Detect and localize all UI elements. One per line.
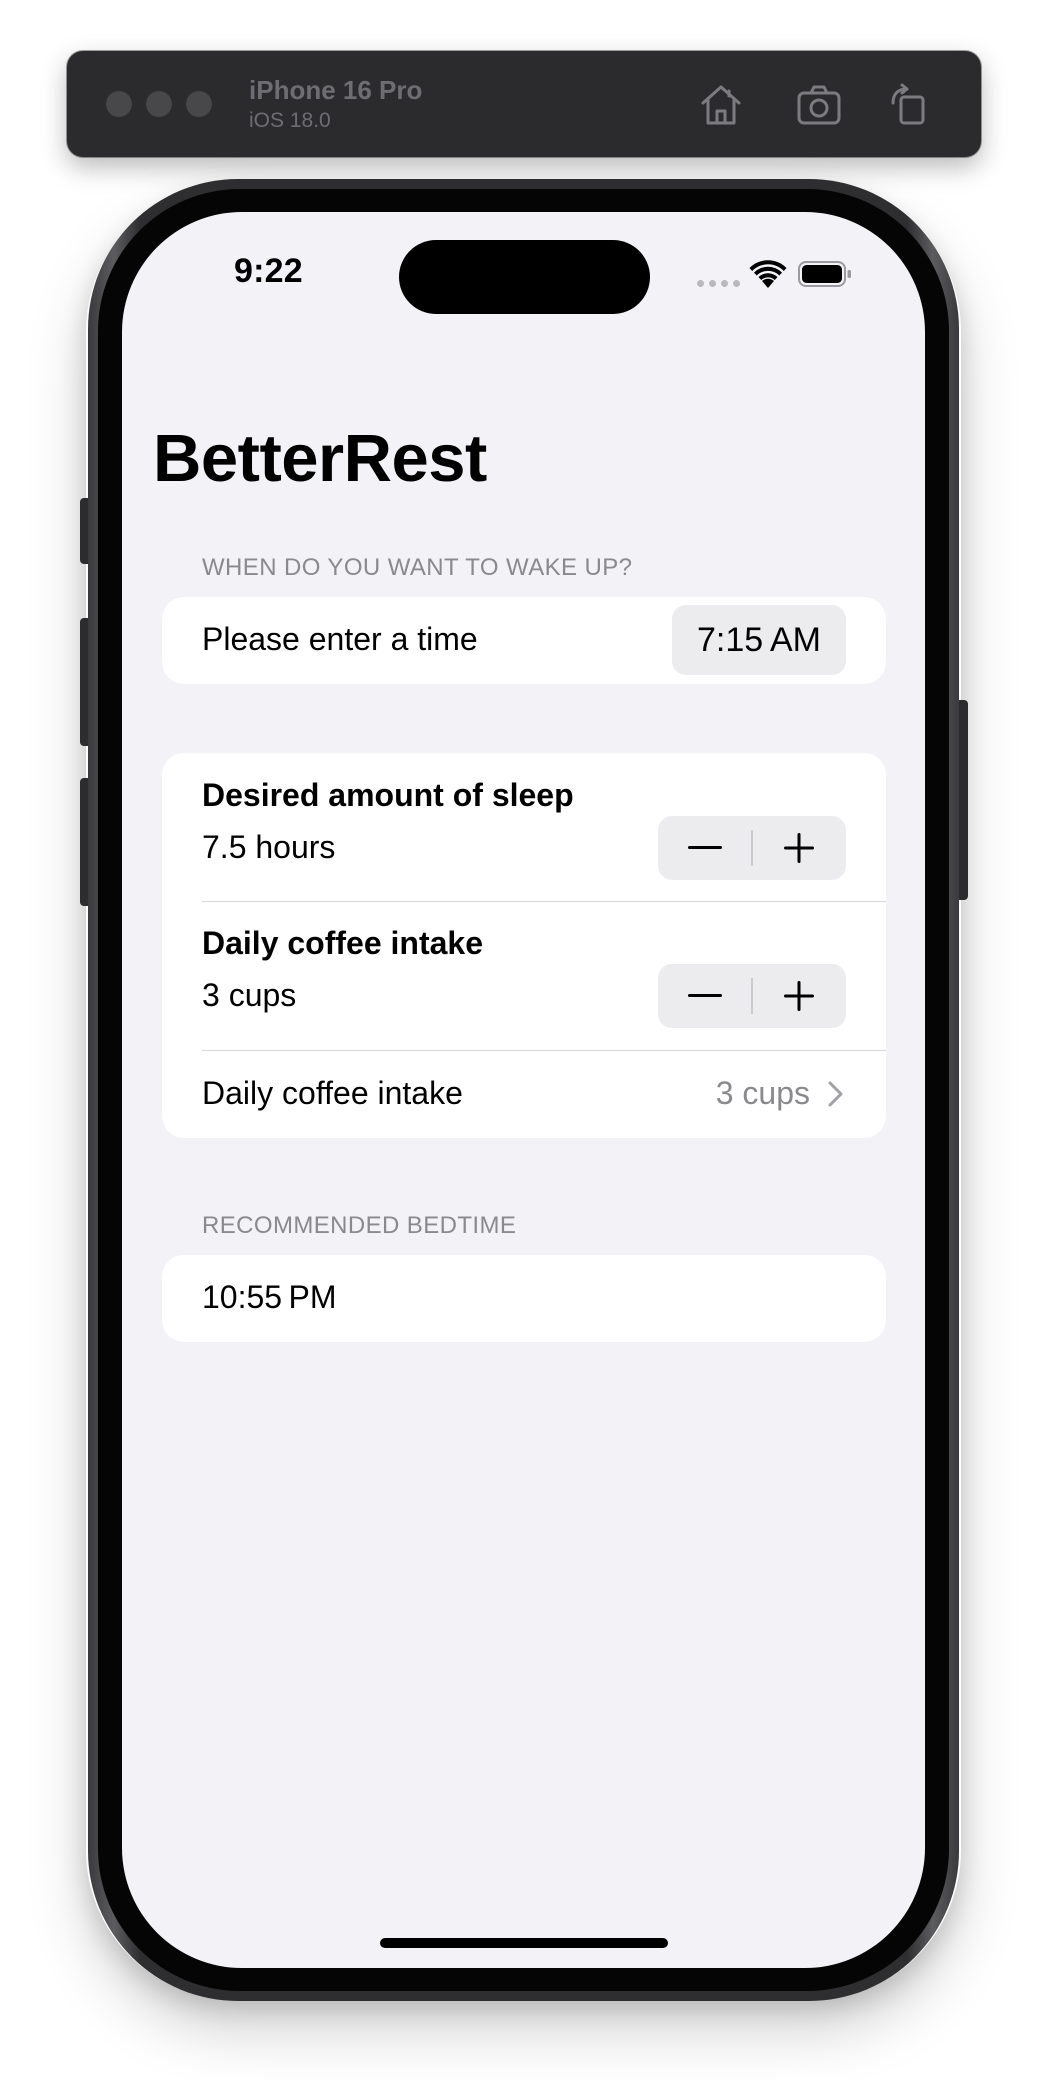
sleep-amount-title: Desired amount of sleep [202,777,574,813]
wake-section-header: WHEN DO YOU WANT TO WAKE UP? [202,554,633,581]
coffee-intake-title: Daily coffee intake [202,925,483,961]
battery-icon [798,261,852,287]
home-indicator[interactable] [380,1938,668,1948]
wifi-icon [749,260,787,290]
close-window-button[interactable] [106,91,132,117]
status-bar-time: 9:22 [234,252,303,290]
wake-time-card: Please enter a time 7:15 AM [162,597,886,684]
sleep-settings-card: Desired amount of sleep 7.5 hours Daily … [162,753,886,1138]
coffee-picker-label: Daily coffee intake [202,1075,463,1111]
coffee-decrement-button[interactable] [658,964,752,1028]
simulator-device-name: iPhone 16 Pro [249,75,423,105]
home-icon[interactable] [697,81,745,129]
dynamic-island [399,240,650,314]
page-title: BetterRest [153,421,487,496]
screenshot-icon[interactable] [795,81,843,129]
rotate-icon[interactable] [885,81,933,129]
zoom-window-button[interactable] [186,91,212,117]
sleep-increment-button[interactable] [752,816,846,880]
wake-time-label: Please enter a time [202,621,478,657]
minimize-window-button[interactable] [146,91,172,117]
phone-screen: 9:22 BetterRest WHEN DO YOU WANT TO WAKE… [122,212,925,1968]
bedtime-card: 10:55 PM [162,1255,886,1342]
coffee-intake-picker-row[interactable]: Daily coffee intake 3 cups [162,1051,886,1138]
sleep-amount-stepper [658,816,846,880]
sleep-amount-value: 7.5 hours [202,829,336,865]
cellular-icon [697,280,741,288]
row-separator [202,901,886,902]
chevron-right-icon [826,1079,846,1109]
coffee-intake-stepper [658,964,846,1028]
simulator-toolbar: iPhone 16 Pro iOS 18.0 [67,51,981,157]
sleep-decrement-button[interactable] [658,816,752,880]
coffee-intake-value: 3 cups [202,977,297,1013]
bedtime-section-header: RECOMMENDED BEDTIME [202,1212,517,1239]
coffee-picker-value: 3 cups [715,1075,810,1111]
simulator-os-version: iOS 18.0 [249,109,331,132]
coffee-increment-button[interactable] [752,964,846,1028]
wake-time-picker[interactable]: 7:15 AM [672,605,846,675]
recommended-bedtime-value: 10:55 PM [202,1279,337,1315]
